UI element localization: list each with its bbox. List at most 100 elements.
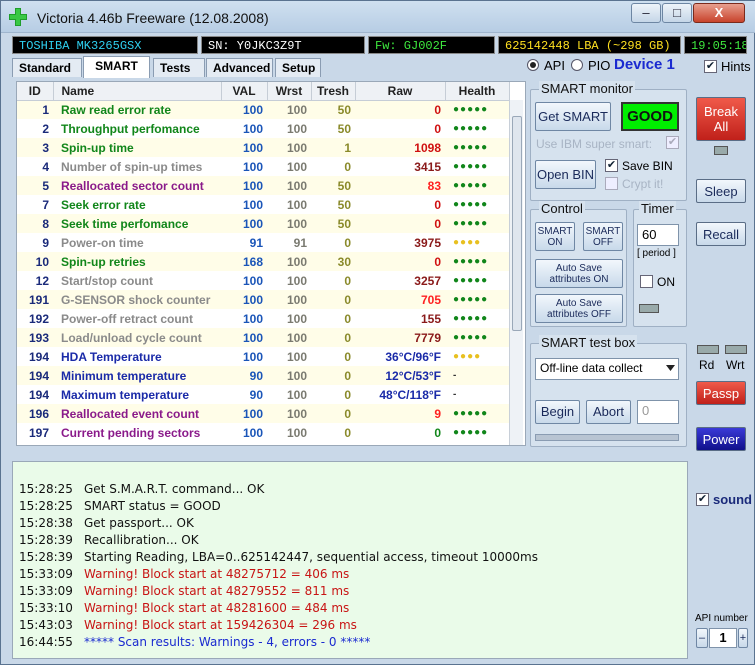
sound-checkbox[interactable]: ✔: [696, 493, 709, 506]
header-health[interactable]: Health: [445, 82, 510, 101]
test-type-value: Off-line data collect: [540, 361, 643, 375]
save-bin-checkbox[interactable]: ✔: [605, 159, 618, 172]
table-row[interactable]: 2 Throughput perfomance 100 100 50 0 ●●●●●: [17, 119, 509, 138]
table-row[interactable]: 7 Seek error rate 100 100 50 0 ●●●●●: [17, 195, 509, 214]
break-all-button[interactable]: Break All: [696, 97, 746, 141]
abort-button[interactable]: Abort: [586, 400, 631, 424]
api-number-increase[interactable]: +: [738, 628, 748, 648]
attr-val: 100: [242, 330, 263, 345]
attr-val: 100: [242, 102, 263, 117]
maximize-button[interactable]: □: [662, 3, 692, 23]
hints-checkbox[interactable]: ✔: [704, 60, 717, 73]
test-type-select[interactable]: Off-line data collect: [535, 358, 679, 380]
sleep-button[interactable]: Sleep: [696, 179, 746, 203]
table-row[interactable]: 191 G-SENSOR shock counter 100 100 0 705 ●●●●●: [17, 290, 509, 309]
title-bar[interactable]: Victoria 4.46b Freeware (12.08.2008) – □…: [1, 1, 755, 33]
autosave-on-button[interactable]: Auto Save attributes ON: [535, 259, 623, 288]
log-time: 15:28:39: [19, 533, 73, 547]
attr-raw: 0: [434, 425, 441, 440]
attr-name: Start/stop count: [61, 273, 153, 288]
api-radio[interactable]: [527, 59, 539, 71]
attr-tresh: 0: [344, 235, 351, 250]
passport-button[interactable]: Passp: [696, 381, 746, 405]
table-row[interactable]: 4 Number of spin-up times 100 100 0 3415 ●●●●●: [17, 157, 509, 176]
log-time: 15:28:39: [19, 550, 73, 564]
crypt-checkbox[interactable]: [605, 177, 618, 190]
api-number-decrease[interactable]: –: [696, 628, 708, 648]
attr-val: 100: [242, 159, 263, 174]
table-row[interactable]: 9 Power-on time 91 91 0 3975 ●●●●: [17, 233, 509, 252]
attr-wrst: 100: [286, 292, 307, 307]
header-name[interactable]: Name: [53, 82, 222, 101]
tab-tests[interactable]: Tests: [153, 58, 205, 77]
attr-val: 100: [242, 178, 263, 193]
smart-attributes-table[interactable]: ID Name VAL Wrst Tresh Raw Health 1 Raw r…: [16, 81, 526, 446]
table-row[interactable]: 194 Maximum temperature 90 100 0 48°C/118°F -: [17, 385, 509, 404]
attr-id: 3: [42, 140, 49, 155]
log-line: 15:43:03 Warning! Block start at 15942630…: [19, 617, 357, 634]
attr-raw: 155: [420, 311, 441, 326]
log-message: Recallibration... OK: [84, 533, 199, 547]
attr-id: 194: [28, 349, 49, 364]
table-row[interactable]: 3 Spin-up time 100 100 1 1098 ●●●●●: [17, 138, 509, 157]
pio-radio[interactable]: [571, 59, 583, 71]
table-scrollbar[interactable]: [509, 100, 523, 445]
test-progress-input[interactable]: 0: [637, 400, 679, 424]
timer-input[interactable]: 60: [637, 224, 679, 246]
smart-off-button[interactable]: SMART OFF: [583, 222, 623, 251]
table-row[interactable]: 194 HDA Temperature 100 100 0 36°C/96°F ●●●●: [17, 347, 509, 366]
autosave-off-button[interactable]: Auto Save attributes OFF: [535, 294, 623, 323]
attr-val: 91: [249, 235, 263, 250]
table-row[interactable]: 192 Power-off retract count 100 100 0 155 ●●●●…: [17, 309, 509, 328]
device-label[interactable]: Device 1: [614, 56, 675, 73]
header-raw[interactable]: Raw: [355, 82, 446, 101]
timer-on-checkbox[interactable]: [640, 275, 653, 288]
table-row[interactable]: 196 Reallocated event count 100 100 0 9 ●●●●●: [17, 404, 509, 423]
attr-id: 191: [28, 292, 49, 307]
table-row[interactable]: 12 Start/stop count 100 100 0 3257 ●●●●●: [17, 271, 509, 290]
log-panel[interactable]: 15:28:25 Get S.M.A.R.T. command... OK 15:2…: [12, 461, 688, 659]
open-bin-button[interactable]: Open BIN: [535, 160, 596, 189]
header-id[interactable]: ID: [17, 82, 54, 101]
table-row[interactable]: 194 Minimum temperature 90 100 0 12°C/53°F -: [17, 366, 509, 385]
attr-wrst: 91: [293, 235, 307, 250]
api-number-value[interactable]: 1: [709, 628, 737, 648]
smart-on-button[interactable]: SMART ON: [535, 222, 575, 251]
attr-tresh: 50: [337, 178, 351, 193]
drive-serial: SN: Y0JKC3Z9T: [201, 36, 365, 54]
tab-advanced[interactable]: Advanced: [206, 58, 273, 77]
attr-health: ●●●●●: [453, 142, 489, 153]
attr-name: Reallocated sector count: [61, 178, 204, 193]
header-val[interactable]: VAL: [221, 82, 268, 101]
table-row[interactable]: 197 Current pending sectors 100 100 0 0 ●●●●●: [17, 423, 509, 442]
table-row[interactable]: 10 Spin-up retries 168 100 30 0 ●●●●●: [17, 252, 509, 271]
table-row[interactable]: 5 Reallocated sector count 100 100 50 83 ●●●●●: [17, 176, 509, 195]
power-button[interactable]: Power: [696, 427, 746, 451]
tab-standard[interactable]: Standard: [12, 58, 82, 77]
ibm-smart-checkbox[interactable]: ✔: [666, 136, 679, 149]
log-line: 15:28:39 Recallibration... OK: [19, 532, 199, 549]
log-time: 15:33:09: [19, 584, 73, 598]
tab-smart[interactable]: SMART: [83, 56, 150, 78]
close-button[interactable]: X: [693, 3, 745, 23]
table-row[interactable]: 193 Load/unload cycle count 100 100 0 7779 ●●●…: [17, 328, 509, 347]
attr-id: 4: [42, 159, 49, 174]
recall-button[interactable]: Recall: [696, 222, 746, 246]
header-wrst[interactable]: Wrst: [267, 82, 312, 101]
timer-on-label: ON: [657, 275, 675, 289]
minimize-button[interactable]: –: [631, 3, 661, 23]
ibm-smart-label: Use IBM super smart:: [536, 137, 653, 151]
app-cross-icon: [9, 8, 27, 26]
log-message: Warning! Block start at 48279552 = 811 m…: [84, 584, 350, 598]
begin-button[interactable]: Begin: [535, 400, 580, 424]
attr-tresh: 0: [344, 387, 351, 402]
scrollbar-thumb[interactable]: [512, 116, 522, 331]
attr-name: Seek error rate: [61, 197, 146, 212]
get-smart-button[interactable]: Get SMART: [535, 102, 611, 131]
table-row[interactable]: 8 Seek time perfomance 100 100 50 0 ●●●●●: [17, 214, 509, 233]
table-row[interactable]: 1 Raw read error rate 100 100 50 0 ●●●●●: [17, 100, 509, 119]
attr-wrst: 100: [286, 178, 307, 193]
smart-status-badge: GOOD: [621, 102, 679, 131]
tab-setup[interactable]: Setup: [275, 58, 321, 77]
header-tresh[interactable]: Tresh: [311, 82, 356, 101]
